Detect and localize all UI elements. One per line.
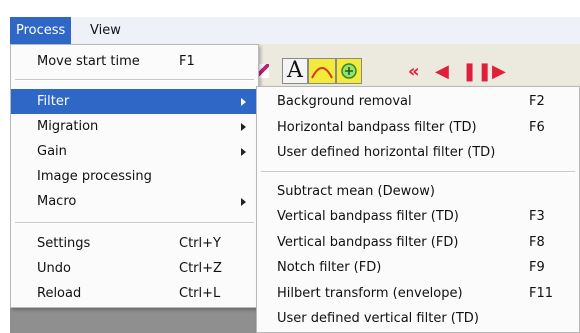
- process-menu: Move start time F1 Filter Migration Gain…: [10, 44, 259, 308]
- menubar: Process View: [10, 17, 580, 45]
- shortcut-label: F11: [529, 286, 554, 301]
- submenu-arrow-icon: [241, 98, 246, 106]
- menu-item-reload[interactable]: Reload Ctrl+L: [11, 281, 258, 306]
- add-point-button[interactable]: [336, 58, 362, 84]
- submenu-item-background-removal[interactable]: Background removal F2: [257, 89, 579, 114]
- shortcut-label: F3: [529, 209, 545, 224]
- shortcut-label: F1: [179, 54, 195, 69]
- menu-item-move-start-time[interactable]: Move start time F1: [11, 49, 258, 74]
- shortcut-label: F9: [529, 260, 545, 275]
- submenu-arrow-icon: [241, 148, 246, 156]
- menu-separator: [15, 79, 254, 81]
- shortcut-label: F8: [529, 235, 545, 250]
- menu-item-label: Image processing: [37, 169, 152, 184]
- rewind-icon[interactable]: «: [408, 62, 420, 82]
- submenu-item-horizontal-bandpass-td[interactable]: Horizontal bandpass filter (TD) F6: [257, 115, 579, 140]
- menu-item-label: Filter: [37, 94, 70, 109]
- menu-item-macro[interactable]: Macro: [11, 189, 258, 214]
- menu-item-migration[interactable]: Migration: [11, 114, 258, 139]
- shortcut-label: Ctrl+L: [179, 286, 221, 301]
- menu-view[interactable]: View: [84, 17, 127, 44]
- menu-item-filter[interactable]: Filter: [11, 89, 258, 114]
- workspace-background: [10, 308, 260, 333]
- menu-item-label: User defined horizontal filter (TD): [277, 145, 496, 160]
- submenu-item-subtract-mean[interactable]: Subtract mean (Dewow): [257, 179, 579, 204]
- menu-separator: [15, 222, 254, 224]
- menu-item-label: Reload: [37, 286, 82, 301]
- submenu-item-user-horizontal-filter[interactable]: User defined horizontal filter (TD): [257, 140, 579, 165]
- menu-item-image-processing[interactable]: Image processing: [11, 164, 258, 189]
- submenu-arrow-icon: [241, 198, 246, 206]
- menu-item-gain[interactable]: Gain: [11, 139, 258, 164]
- menu-item-label: Subtract mean (Dewow): [277, 184, 435, 199]
- menu-item-undo[interactable]: Undo Ctrl+Z: [11, 256, 258, 281]
- menu-item-label: Migration: [37, 119, 99, 134]
- menu-item-label: Move start time: [37, 54, 140, 69]
- menu-item-label: Vertical bandpass filter (FD): [277, 235, 459, 250]
- submenu-item-hilbert-transform[interactable]: Hilbert transform (envelope) F11: [257, 281, 579, 306]
- menu-item-settings[interactable]: Settings Ctrl+Y: [11, 231, 258, 256]
- submenu-item-user-vertical-filter[interactable]: User defined vertical filter (TD): [257, 306, 579, 331]
- menu-item-label: Gain: [37, 144, 67, 159]
- pause-icon[interactable]: ❚❚: [462, 62, 492, 82]
- menu-item-label: Macro: [37, 194, 77, 209]
- menu-item-label: Undo: [37, 261, 71, 276]
- submenu-arrow-icon: [241, 123, 246, 131]
- arc-tool-button[interactable]: [308, 58, 336, 84]
- menu-item-label: Vertical bandpass filter (TD): [277, 209, 459, 224]
- plus-circle-icon: [341, 63, 357, 79]
- menu-item-label: Settings: [37, 236, 91, 251]
- submenu-item-vertical-bandpass-fd[interactable]: Vertical bandpass filter (FD) F8: [257, 230, 579, 255]
- text-tool-button[interactable]: A: [282, 58, 308, 84]
- menu-item-label: User defined vertical filter (TD): [277, 311, 479, 326]
- menu-separator: [261, 171, 575, 173]
- arc-icon: [311, 67, 333, 79]
- submenu-item-vertical-bandpass-td[interactable]: Vertical bandpass filter (TD) F3: [257, 204, 579, 229]
- menu-item-label: Horizontal bandpass filter (TD): [277, 120, 477, 135]
- menu-item-label: Hilbert transform (envelope): [277, 286, 463, 301]
- play-icon[interactable]: ▶: [492, 62, 506, 82]
- submenu-item-notch-filter[interactable]: Notch filter (FD) F9: [257, 255, 579, 280]
- shortcut-label: F6: [529, 120, 545, 135]
- shortcut-label: F2: [529, 94, 545, 109]
- step-back-icon[interactable]: ◀: [435, 62, 449, 82]
- menu-process[interactable]: Process: [10, 17, 72, 44]
- shortcut-label: Ctrl+Y: [179, 236, 221, 251]
- filter-submenu: Background removal F2 Horizontal bandpas…: [256, 86, 580, 333]
- menu-item-label: Background removal: [277, 94, 412, 109]
- shortcut-label: Ctrl+Z: [179, 261, 222, 276]
- menu-item-label: Notch filter (FD): [277, 260, 382, 275]
